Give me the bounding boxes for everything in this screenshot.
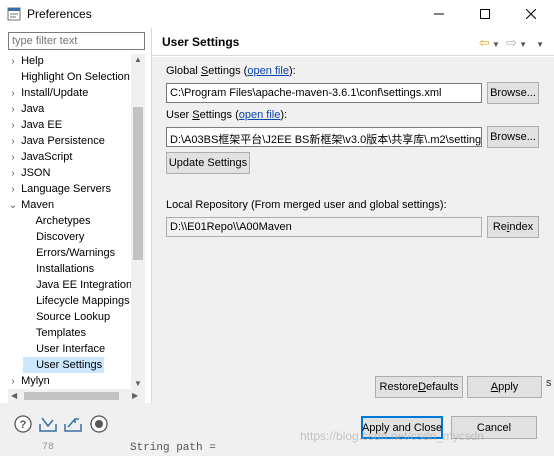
chevron-right-icon: ›: [11, 120, 15, 131]
scroll-down-icon: ▼: [134, 379, 142, 388]
chevron-right-icon: ›: [11, 104, 15, 115]
tree-item-language-servers[interactable]: › Language Servers: [8, 181, 131, 197]
tree-item-help[interactable]: › Help: [8, 53, 131, 69]
reindex-button[interactable]: Re i ndex: [487, 216, 539, 238]
preference-tree: › Help Highlight On Selection › Install/…: [8, 52, 145, 391]
chevron-right-icon: ›: [11, 184, 15, 195]
dialog-button-bar: ? Apply and Close Cancel 78 String path …: [0, 403, 554, 456]
background-line-number: 78: [42, 442, 55, 453]
tree-item-errors-warnings[interactable]: Errors/Warnings: [23, 245, 131, 261]
tree-item-install-update[interactable]: › Install/Update: [8, 85, 131, 101]
global-settings-label: Global Settings (open file):: [166, 65, 296, 77]
tree-item-mylyn[interactable]: › Mylyn: [8, 373, 131, 389]
maximize-button[interactable]: [462, 0, 508, 28]
global-open-file-link[interactable]: open file: [247, 65, 289, 77]
tree-item-maven[interactable]: ⌄ Maven: [8, 197, 131, 213]
tree-item-installations[interactable]: Installations: [23, 261, 131, 277]
watermark: https://blog.csdn.net/csdn_mycsdn: [300, 429, 485, 443]
update-settings-button[interactable]: Update Settings: [166, 152, 250, 174]
tree-item-source-lookup[interactable]: Source Lookup: [23, 309, 131, 325]
scroll-right-icon: ▶: [132, 391, 139, 400]
user-browse-button[interactable]: Browse...: [487, 126, 539, 148]
tree-item-user-settings[interactable]: User Settings: [23, 357, 104, 373]
maximize-icon: [480, 9, 490, 19]
chevron-right-icon: ›: [11, 152, 15, 163]
vertical-scroll-thumb[interactable]: [133, 107, 143, 260]
user-settings-label: User Settings (open file):: [166, 109, 288, 121]
help-icon[interactable]: ?: [14, 415, 32, 433]
tree-item-java-ee[interactable]: › Java EE: [8, 117, 131, 133]
scroll-left-icon: ◀: [11, 391, 18, 400]
page-title: User Settings: [162, 35, 240, 49]
close-button[interactable]: [508, 0, 554, 28]
tree-item-highlight-on-selection[interactable]: Highlight On Selection: [8, 69, 131, 85]
tree-item-java-ee-integration[interactable]: Java EE Integration: [23, 277, 132, 293]
page-navigation: ⇦ ▼ ⇨ ▼ ▼: [479, 35, 544, 51]
forward-menu-icon[interactable]: ▼: [517, 40, 527, 49]
apply-button[interactable]: Apply: [467, 376, 542, 398]
tree-item-javascript[interactable]: › JavaScript: [8, 149, 131, 165]
user-open-file-link[interactable]: open file: [239, 109, 281, 121]
global-browse-button[interactable]: Browse...: [487, 82, 539, 104]
minimize-icon: [434, 13, 444, 15]
chevron-right-icon: ›: [11, 88, 15, 99]
record-icon[interactable]: [90, 415, 108, 433]
chevron-right-icon: ›: [11, 56, 15, 67]
import-icon[interactable]: [38, 415, 58, 433]
local-repository-field[interactable]: D:\\E01Repo\\A00Maven: [166, 217, 482, 237]
tree-item-json[interactable]: › JSON: [8, 165, 131, 181]
local-repository-label: Local Repository (From merged user and g…: [166, 199, 447, 211]
export-icon[interactable]: [63, 415, 83, 433]
tree-item-java-persistence[interactable]: › Java Persistence: [8, 133, 131, 149]
tree-item-discovery[interactable]: Discovery: [23, 229, 131, 245]
window-title: Preferences: [27, 7, 92, 21]
back-arrow-icon[interactable]: ⇦: [479, 35, 490, 50]
tree-item-lifecycle-mappings[interactable]: Lifecycle Mappings: [23, 293, 131, 309]
background-code: String path =: [130, 442, 216, 454]
tree-item-java[interactable]: › Java: [8, 101, 131, 117]
tree-item-archetypes[interactable]: Archetypes: [23, 213, 131, 229]
page-header: User Settings ⇦ ▼ ⇨ ▼ ▼: [152, 28, 554, 56]
close-icon: [526, 9, 536, 19]
back-menu-icon[interactable]: ▼: [490, 40, 500, 49]
restore-defaults-button[interactable]: Restore Defaults: [375, 376, 463, 398]
tree-item-user-interface[interactable]: User Interface: [23, 341, 131, 357]
global-settings-field[interactable]: C:\Program Files\apache-maven-3.6.1\conf…: [166, 83, 482, 103]
view-menu-icon[interactable]: ▼: [536, 40, 544, 49]
chevron-right-icon: ›: [11, 168, 15, 179]
chevron-down-icon: ⌄: [8, 200, 18, 211]
tree-item-templates[interactable]: Templates: [23, 325, 131, 341]
background-editor-text: s: [546, 377, 552, 389]
user-settings-page: Global Settings (open file): C:\Program …: [152, 57, 554, 403]
preferences-icon: [7, 7, 21, 21]
chevron-right-icon: ›: [11, 376, 15, 387]
filter-input[interactable]: [8, 32, 145, 50]
horizontal-scroll-thumb[interactable]: [24, 392, 119, 400]
tree-horizontal-scrollbar[interactable]: ◀ ▶: [8, 389, 145, 403]
scroll-up-icon: ▲: [134, 55, 142, 64]
tree-vertical-scrollbar[interactable]: ▲ ▼: [131, 54, 145, 391]
minimize-button[interactable]: [416, 0, 462, 28]
chevron-right-icon: ›: [11, 136, 15, 147]
title-bar: Preferences: [0, 0, 554, 28]
svg-text:?: ?: [20, 419, 27, 431]
user-settings-field[interactable]: D:\A03BS框架平台\J2EE BS新框架\v3.0版本\共享库\.m2\s…: [166, 127, 482, 147]
forward-arrow-icon[interactable]: ⇨: [506, 35, 517, 50]
